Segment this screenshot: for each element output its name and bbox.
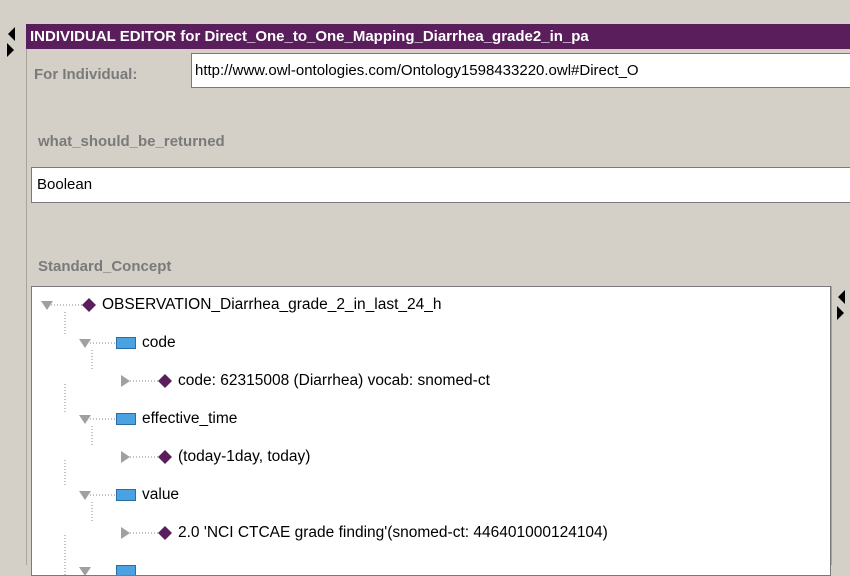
standard-concept-tree[interactable]: OBSERVATION_Diarrhea_grade_2_in_last_24_… bbox=[31, 286, 831, 576]
tree-node-label: code: 62315008 (Diarrhea) vocab: snomed-… bbox=[178, 372, 490, 389]
slot-box-icon bbox=[116, 489, 136, 501]
slot-box-icon bbox=[116, 565, 136, 575]
slot-box-icon bbox=[116, 413, 136, 425]
expanded-arrow-icon[interactable] bbox=[78, 488, 92, 502]
collapse-arrows-icon[interactable] bbox=[4, 27, 18, 57]
for-individual-row: For Individual: http://www.owl-ontologie… bbox=[26, 49, 850, 91]
individual-diamond-icon bbox=[158, 526, 172, 540]
tree-node-label: 2.0 'NCI CTCAE grade finding'(snomed-ct:… bbox=[178, 524, 608, 541]
expanded-arrow-icon[interactable] bbox=[78, 412, 92, 426]
tree-node-effective-time-value[interactable]: (today-1day, today) bbox=[118, 439, 310, 475]
individual-diamond-icon bbox=[82, 298, 96, 312]
expanded-arrow-icon[interactable] bbox=[78, 336, 92, 350]
tree-side-strip bbox=[831, 286, 850, 565]
left-panel-strip bbox=[0, 0, 27, 565]
tree-node-root[interactable]: OBSERVATION_Diarrhea_grade_2_in_last_24_… bbox=[40, 287, 441, 323]
expanded-arrow-icon[interactable] bbox=[40, 298, 54, 312]
collapse-arrows-icon[interactable] bbox=[834, 290, 848, 320]
slot-box-icon bbox=[116, 337, 136, 349]
tree-node-label: (today-1day, today) bbox=[178, 448, 311, 465]
tree-node-label: OBSERVATION_Diarrhea_grade_2_in_last_24_… bbox=[102, 296, 442, 313]
what-should-be-returned-field[interactable]: Boolean bbox=[31, 167, 850, 203]
editor-title: INDIVIDUAL EDITOR for Direct_One_to_One_… bbox=[26, 24, 850, 49]
collapsed-arrow-icon[interactable] bbox=[118, 450, 132, 464]
tree-node-label: value bbox=[142, 486, 180, 503]
tree-node-code[interactable]: code bbox=[78, 325, 176, 361]
collapsed-arrow-icon[interactable] bbox=[118, 374, 132, 388]
individual-diamond-icon bbox=[158, 450, 172, 464]
tree-node-label: code bbox=[142, 334, 176, 351]
for-individual-field[interactable]: http://www.owl-ontologies.com/Ontology15… bbox=[191, 53, 850, 88]
collapsed-arrow-icon[interactable] bbox=[118, 526, 132, 540]
expanded-arrow-icon[interactable] bbox=[78, 564, 92, 576]
top-gap bbox=[26, 0, 850, 24]
what-should-be-returned-label: what_should_be_returned bbox=[38, 133, 225, 150]
for-individual-label: For Individual: bbox=[34, 66, 138, 83]
tree-node-value-value[interactable]: 2.0 'NCI CTCAE grade finding'(snomed-ct:… bbox=[118, 515, 608, 551]
individual-diamond-icon bbox=[158, 374, 172, 388]
tree-node-label: effective_time bbox=[142, 410, 238, 427]
tree-node-value[interactable]: value bbox=[78, 477, 179, 513]
tree-node-code-value[interactable]: code: 62315008 (Diarrhea) vocab: snomed-… bbox=[118, 363, 490, 399]
tree-node-effective-time[interactable]: effective_time bbox=[78, 401, 237, 437]
standard-concept-label: Standard_Concept bbox=[38, 258, 172, 275]
